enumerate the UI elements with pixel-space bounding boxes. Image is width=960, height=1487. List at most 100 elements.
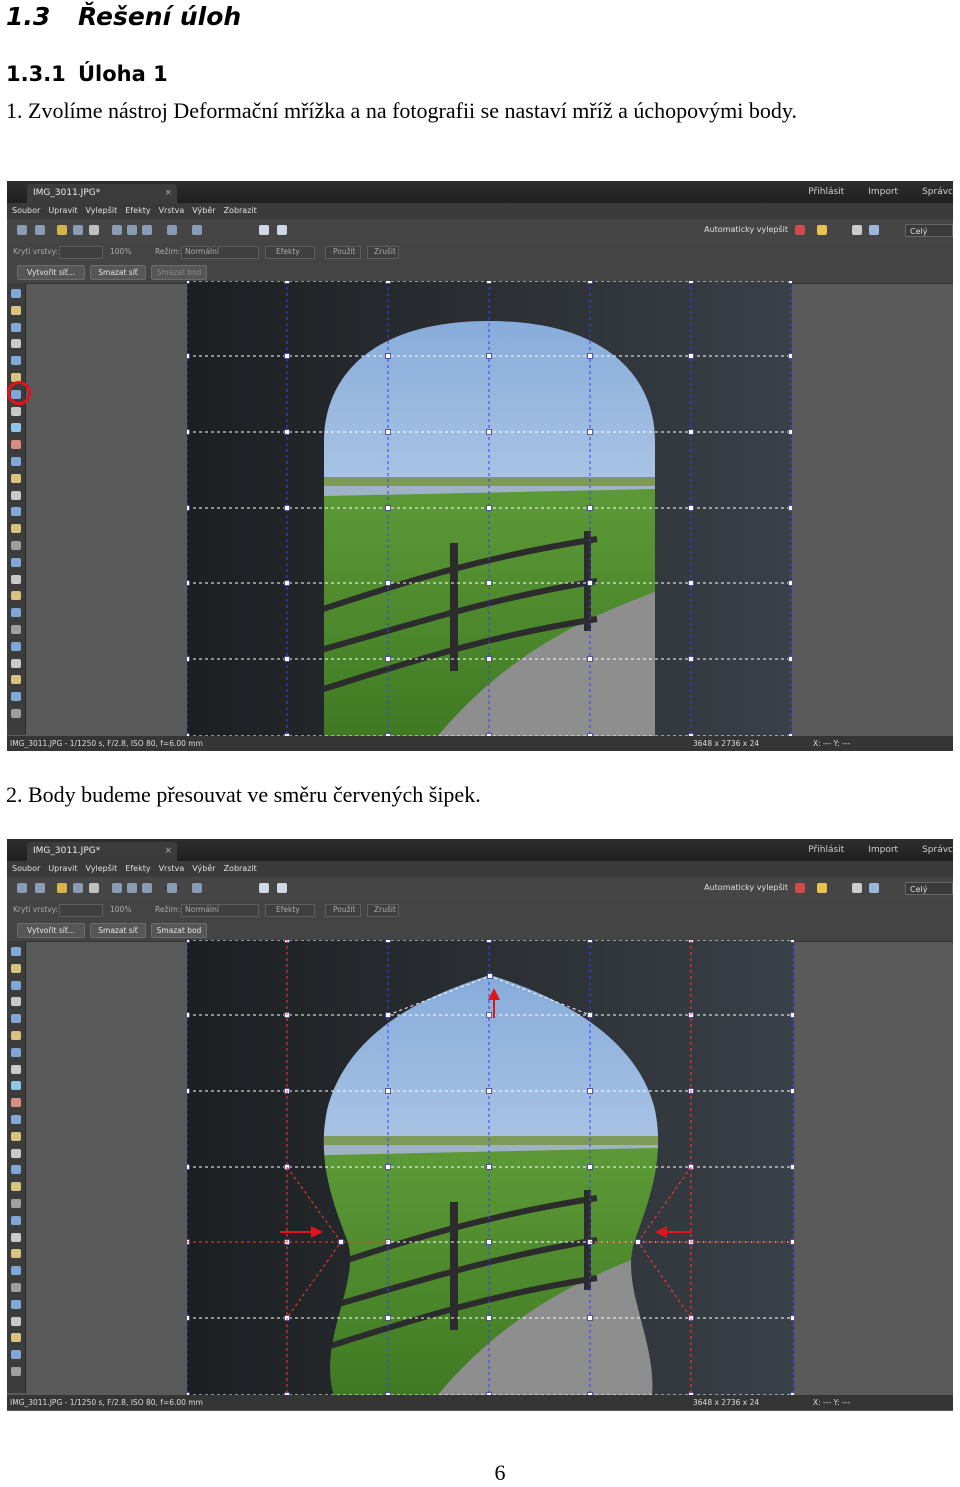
menu-file[interactable]: Soubor xyxy=(12,864,40,873)
view-select[interactable]: Celý xyxy=(905,224,953,237)
print-icon[interactable] xyxy=(89,225,99,235)
tool-icon[interactable] xyxy=(11,1031,21,1040)
tool-icon[interactable] xyxy=(11,980,21,990)
document-tab[interactable]: IMG_3011.JPG* × xyxy=(27,184,177,203)
tool-icon[interactable] xyxy=(11,1182,21,1192)
menu-effects[interactable]: Efekty xyxy=(125,206,150,215)
document-tab[interactable]: IMG_3011.JPG* × xyxy=(27,842,177,861)
tool-icon[interactable] xyxy=(11,473,21,483)
tool-icon[interactable] xyxy=(11,1249,21,1259)
tool-icon[interactable] xyxy=(11,625,21,634)
contrast-icon[interactable] xyxy=(869,225,879,235)
cut-icon[interactable] xyxy=(112,883,122,893)
undo-icon[interactable] xyxy=(17,883,27,893)
opacity-value[interactable]: 100% xyxy=(110,243,131,261)
tool-icon[interactable] xyxy=(11,339,21,349)
tool-icon[interactable] xyxy=(11,1165,21,1175)
history-undo-icon[interactable] xyxy=(167,883,177,893)
tool-icon[interactable] xyxy=(11,608,21,618)
tool-icon[interactable] xyxy=(11,1014,21,1024)
auto-fix-button[interactable]: Automaticky vylepšit xyxy=(704,225,788,234)
layout-split-icon[interactable] xyxy=(277,883,287,893)
undo-icon[interactable] xyxy=(17,225,27,235)
tab-close-icon[interactable]: × xyxy=(164,184,172,203)
tool-icon[interactable] xyxy=(11,557,21,567)
save-icon[interactable] xyxy=(73,225,83,235)
tool-icon[interactable] xyxy=(11,997,21,1007)
tool-icon[interactable] xyxy=(11,1115,21,1124)
redo-icon[interactable] xyxy=(35,883,45,893)
tool-icon[interactable] xyxy=(11,457,21,466)
copy-icon[interactable] xyxy=(127,883,137,893)
menu-file[interactable]: Soubor xyxy=(12,206,40,215)
history-redo-icon[interactable] xyxy=(192,883,202,893)
menu-enhance[interactable]: Vylepšit xyxy=(86,864,118,873)
tool-icon[interactable] xyxy=(11,963,21,973)
photo-canvas[interactable] xyxy=(187,940,794,1396)
menu-edit[interactable]: Upravit xyxy=(48,864,77,873)
tool-icon[interactable] xyxy=(11,1148,21,1158)
history-undo-icon[interactable] xyxy=(167,225,177,235)
sharpen-icon[interactable] xyxy=(852,225,862,235)
tool-icon[interactable] xyxy=(11,675,21,685)
tool-icon[interactable] xyxy=(11,490,21,500)
open-icon[interactable] xyxy=(57,225,67,235)
tool-icon[interactable] xyxy=(11,440,21,450)
tool-icon[interactable] xyxy=(11,423,21,433)
tool-icon[interactable] xyxy=(11,1215,21,1225)
tool-icon[interactable] xyxy=(11,356,21,366)
tool-icon[interactable] xyxy=(11,305,21,315)
open-icon[interactable] xyxy=(57,883,67,893)
color-icon[interactable] xyxy=(817,225,827,235)
menu-view[interactable]: Zobrazit xyxy=(224,864,257,873)
delete-grid-button[interactable]: Smazat síť xyxy=(90,923,146,938)
copy-icon[interactable] xyxy=(127,225,137,235)
sign-in-link[interactable]: Přihlásit xyxy=(808,845,844,855)
tool-icon[interactable] xyxy=(11,406,21,416)
tool-icon[interactable] xyxy=(11,1131,21,1141)
opacity-value[interactable]: 100% xyxy=(110,901,131,919)
create-grid-button[interactable]: Vytvořit síť... xyxy=(17,923,85,938)
red-eye-icon[interactable] xyxy=(795,225,805,235)
tool-icon[interactable] xyxy=(11,1316,21,1326)
tool-icon[interactable] xyxy=(11,1081,21,1091)
sharpen-icon[interactable] xyxy=(852,883,862,893)
menu-select[interactable]: Výběr xyxy=(192,864,215,873)
photo-canvas[interactable] xyxy=(187,281,792,737)
layout-single-icon[interactable] xyxy=(259,225,269,235)
color-icon[interactable] xyxy=(817,883,827,893)
tool-icon[interactable] xyxy=(11,1064,21,1074)
delete-point-button[interactable]: Smazat bod xyxy=(151,923,207,938)
tool-icon[interactable] xyxy=(11,1350,21,1360)
opacity-slider[interactable] xyxy=(59,246,103,259)
delete-point-button[interactable]: Smazat bod xyxy=(151,265,207,280)
auto-fix-button[interactable]: Automaticky vylepšit xyxy=(704,883,788,892)
menu-effects[interactable]: Efekty xyxy=(125,864,150,873)
tool-icon[interactable] xyxy=(11,692,21,702)
tool-icon[interactable] xyxy=(11,709,21,718)
manage-link[interactable]: Správc xyxy=(922,187,953,197)
tool-icon[interactable] xyxy=(11,289,21,298)
tool-icon[interactable] xyxy=(11,322,21,332)
delete-grid-button[interactable]: Smazat síť xyxy=(90,265,146,280)
tool-icon[interactable] xyxy=(11,1367,21,1376)
tool-icon[interactable] xyxy=(11,641,21,651)
create-grid-button[interactable]: Vytvořit síť... xyxy=(17,265,85,280)
save-icon[interactable] xyxy=(73,883,83,893)
view-select[interactable]: Celý xyxy=(905,882,953,895)
menu-layer[interactable]: Vrstva xyxy=(159,864,185,873)
menu-edit[interactable]: Upravit xyxy=(48,206,77,215)
tool-icon[interactable] xyxy=(11,591,21,601)
contrast-icon[interactable] xyxy=(869,883,879,893)
menu-select[interactable]: Výběr xyxy=(192,206,215,215)
layout-split-icon[interactable] xyxy=(277,225,287,235)
opacity-slider[interactable] xyxy=(59,904,103,917)
manage-link[interactable]: Správc xyxy=(922,845,953,855)
tool-icon[interactable] xyxy=(11,1232,21,1242)
menu-enhance[interactable]: Vylepšit xyxy=(86,206,118,215)
red-eye-icon[interactable] xyxy=(795,883,805,893)
tool-icon[interactable] xyxy=(11,1299,21,1309)
redo-icon[interactable] xyxy=(35,225,45,235)
tool-icon[interactable] xyxy=(11,507,21,517)
history-redo-icon[interactable] xyxy=(192,225,202,235)
